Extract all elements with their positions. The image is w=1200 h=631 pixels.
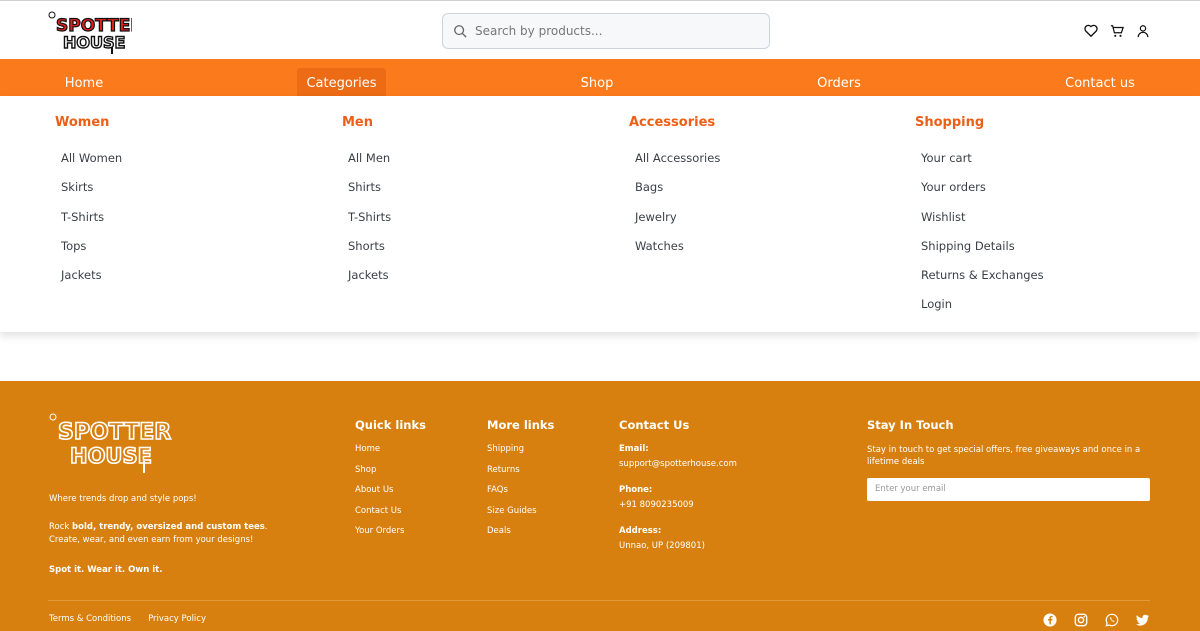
address-label: Address: [619, 526, 662, 536]
menu-column-title: Men [342, 115, 374, 130]
menu-item[interactable]: Shorts [348, 238, 391, 267]
menu-item[interactable]: Your orders [921, 179, 1044, 208]
footer-link[interactable]: Home [355, 444, 426, 465]
menu-item[interactable]: Returns & Exchanges [921, 267, 1044, 296]
email-value[interactable]: support@spotterhouse.com [619, 459, 737, 469]
email-label: Email: [619, 444, 649, 454]
nav-shop[interactable]: Shop [567, 68, 627, 96]
nav-categories[interactable]: Categories [297, 68, 386, 96]
stay-description: Stay in touch to get special offers, fre… [867, 445, 1141, 467]
menu-column-title: Accessories [629, 115, 716, 130]
twitter-icon[interactable] [1136, 612, 1150, 626]
menu-item[interactable]: All Accessories [635, 150, 720, 179]
footer-logo-line2: HOUSE [70, 444, 152, 468]
menu-column-women: Women All Women Skirts T-Shirts Tops Jac… [55, 115, 122, 296]
heart-icon[interactable] [1084, 23, 1098, 37]
menu-item[interactable]: Shipping Details [921, 238, 1044, 267]
phone-label: Phone: [619, 485, 653, 495]
footer-description: Rock bold, trendy, oversized and custom … [49, 521, 299, 547]
menu-item[interactable]: Skirts [61, 179, 122, 208]
menu-item[interactable]: Login [921, 296, 1044, 325]
whatsapp-icon[interactable] [1105, 612, 1119, 627]
newsletter-email-input[interactable] [867, 477, 1150, 501]
menu-item[interactable]: Your cart [921, 150, 1044, 179]
contact-title: Contact Us [619, 418, 690, 432]
main-nav: Home Categories Shop Orders Contact us [0, 59, 1200, 96]
footer-divider [48, 600, 1150, 601]
nav-contact-us[interactable]: Contact us [1056, 68, 1144, 96]
desc-prefix: Rock [49, 522, 73, 532]
desc-suffix: . [264, 522, 268, 532]
address-value: Unnao, UP (209801) [619, 541, 705, 551]
brand-logo[interactable]: SPOTTER HOUSE [46, 7, 144, 55]
footer-link[interactable]: Returns [487, 465, 554, 486]
search-input[interactable] [475, 24, 755, 38]
menu-item[interactable]: Jackets [348, 267, 391, 296]
menu-item[interactable]: Tops [61, 238, 122, 267]
cart-icon[interactable] [1110, 23, 1124, 37]
menu-item[interactable]: T-Shirts [61, 209, 122, 238]
menu-item[interactable]: All Women [61, 150, 122, 179]
stay-title: Stay In Touch [867, 418, 954, 432]
nav-home[interactable]: Home [54, 68, 114, 96]
desc-line2: Create, wear, and even earn from your de… [49, 535, 254, 545]
menu-item[interactable]: Wishlist [921, 209, 1044, 238]
footer-tagline: Where trends drop and style pops! [49, 494, 197, 504]
menu-column-title: Women [55, 115, 110, 130]
footer-link[interactable]: Shop [355, 465, 426, 486]
desc-bold: bold, trendy, oversized and custom tees [72, 522, 265, 532]
footer-link[interactable]: Deals [487, 526, 554, 547]
menu-item[interactable]: Shirts [348, 179, 391, 208]
user-icon[interactable] [1136, 23, 1150, 38]
menu-column-title: Shopping [915, 115, 985, 130]
footer-link[interactable]: Shipping [487, 444, 554, 465]
footer-motto: Spot it. Wear it. Own it. [49, 565, 163, 575]
nav-orders[interactable]: Orders [809, 68, 869, 96]
categories-mega-menu: Women All Women Skirts T-Shirts Tops Jac… [0, 96, 1200, 332]
quick-links: Quick links Home Shop About Us Contact U… [355, 418, 426, 547]
menu-item[interactable]: T-Shirts [348, 209, 391, 238]
menu-item[interactable]: All Men [348, 150, 391, 179]
menu-item[interactable]: Bags [635, 179, 720, 208]
menu-item[interactable]: Watches [635, 238, 720, 267]
footer-link[interactable]: Your Orders [355, 526, 426, 547]
instagram-icon[interactable] [1074, 612, 1088, 627]
footer-link[interactable]: About Us [355, 485, 426, 506]
menu-item[interactable]: Jackets [61, 267, 122, 296]
more-links-title: More links [487, 418, 555, 432]
footer-logo-line1: SPOTTER [58, 420, 171, 445]
footer-logo[interactable]: SPOTTER HOUSE [48, 403, 172, 475]
search-icon [454, 25, 467, 38]
footer-link[interactable]: Size Guides [487, 506, 554, 527]
menu-column-men: Men All Men Shirts T-Shirts Shorts Jacke… [342, 115, 391, 296]
logo-text-line2: HOUSE [63, 33, 125, 52]
privacy-link[interactable]: Privacy Policy [148, 614, 206, 624]
menu-column-shopping: Shopping Your cart Your orders Wishlist … [915, 115, 1044, 326]
facebook-icon[interactable] [1043, 612, 1057, 627]
search-bar[interactable] [442, 13, 770, 49]
menu-item[interactable]: Jewelry [635, 209, 720, 238]
contact-section: Contact Us Email: support@spotterhouse.c… [619, 418, 737, 567]
header: SPOTTER HOUSE [0, 0, 1200, 59]
stay-in-touch: Stay In Touch Stay in touch to get speci… [867, 418, 1157, 501]
site-footer: SPOTTER HOUSE Where trends drop and styl… [0, 381, 1200, 631]
footer-link[interactable]: Contact Us [355, 506, 426, 527]
footer-link[interactable]: FAQs [487, 485, 554, 506]
terms-link[interactable]: Terms & Conditions [49, 614, 131, 624]
quick-links-title: Quick links [355, 418, 426, 432]
phone-value[interactable]: +91 8090235009 [619, 500, 737, 510]
more-links: More links Shipping Returns FAQs Size Gu… [487, 418, 554, 547]
menu-column-accessories: Accessories All Accessories Bags Jewelry… [629, 115, 720, 267]
